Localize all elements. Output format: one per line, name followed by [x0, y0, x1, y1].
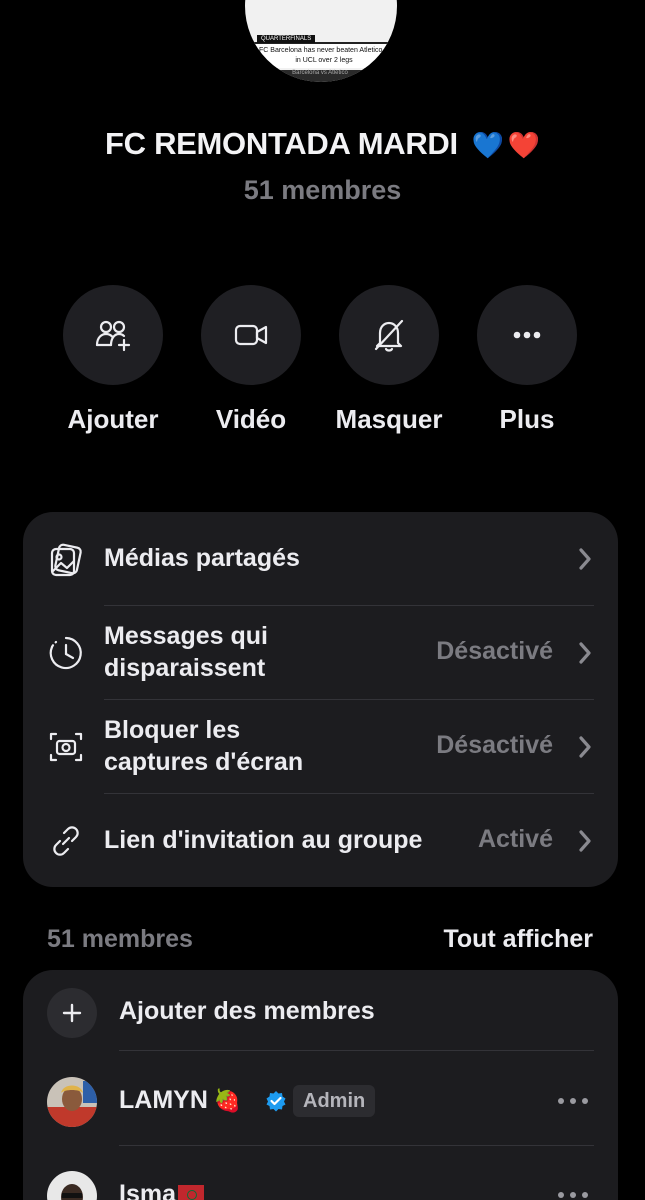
disappearing-label: Messages qui disparaissent	[104, 620, 268, 684]
group-title-text: FC REMONTADA MARDI	[105, 126, 458, 161]
add-member-circle[interactable]	[47, 988, 97, 1038]
chevron-right-icon	[576, 828, 594, 854]
ico-wrap-timer	[46, 633, 86, 673]
ico-wrap-media	[46, 539, 86, 579]
members-card: Ajouter des membres LAMYN 🍓 Admin Isma	[23, 970, 618, 1200]
action-video-label: Vidéo	[215, 404, 287, 434]
chevron-right-icon	[576, 734, 594, 760]
morocco-flag-icon	[177, 1185, 204, 1200]
chevron-right-icon	[576, 640, 594, 666]
screenshot-camera-icon	[49, 732, 83, 762]
action-add[interactable]: Ajouter	[43, 285, 183, 435]
plus-icon	[62, 1003, 82, 1023]
action-more-circle[interactable]	[477, 285, 577, 385]
bell-off-icon	[374, 319, 404, 352]
ico-wrap-screenshot	[46, 727, 86, 767]
avatar-news-banner: QUARTERFINALS FC Barcelona has never bea…	[249, 35, 397, 68]
media-gallery-icon	[50, 543, 82, 577]
member-name-text: Isma	[119, 1180, 176, 1200]
action-more[interactable]: Plus	[457, 285, 597, 435]
add-people-icon	[95, 320, 131, 352]
link-icon	[53, 826, 79, 856]
action-add-circle[interactable]	[63, 285, 163, 385]
group-avatar[interactable]: QUARTERFINALS FC Barcelona has never bea…	[245, 0, 397, 82]
action-mute-circle[interactable]	[339, 285, 439, 385]
member-avatar[interactable]	[47, 1171, 97, 1200]
block-screenshots-value: Désactivé	[436, 731, 553, 759]
title-hearts: 💙 ❤️	[472, 131, 540, 161]
settings-row-block-screenshots[interactable]: Bloquer les captures d'écran Désactivé	[23, 700, 618, 794]
settings-row-shared-media[interactable]: Médias partagés	[23, 512, 618, 606]
add-members-label: Ajouter des membres	[119, 997, 375, 1025]
avatar-banner-strip: Barcelona vs Atletico	[265, 70, 375, 82]
settings-row-disappearing[interactable]: Messages qui disparaissent Désactivé	[23, 606, 618, 700]
members-divider	[119, 1050, 594, 1051]
group-title: FC REMONTADA MARDI 💙 ❤️	[0, 126, 645, 162]
disappearing-label-line1: Messages qui	[104, 622, 268, 650]
shared-media-label: Médias partagés	[104, 544, 300, 572]
ico-wrap-link	[46, 821, 86, 861]
action-mute-label: Masquer	[335, 404, 443, 434]
invite-link-label: Lien d'invitation au groupe	[104, 826, 423, 854]
verified-badge-icon	[265, 1090, 287, 1112]
group-member-count: 51 membres	[243, 175, 402, 205]
member-name-text: LAMYN	[119, 1086, 208, 1114]
disappearing-value: Désactivé	[436, 637, 553, 665]
strawberry-emoji: 🍓	[213, 1089, 242, 1114]
blue-heart-emoji: 💙	[471, 131, 504, 161]
action-add-label: Ajouter	[67, 404, 159, 434]
red-heart-emoji: ❤️	[507, 131, 540, 161]
action-more-label: Plus	[499, 404, 555, 434]
add-members-row[interactable]: Ajouter des membres	[23, 984, 618, 1064]
action-mute[interactable]: Masquer	[319, 285, 459, 435]
member-options-icon[interactable]	[556, 1185, 590, 1200]
member-name: Isma	[119, 1180, 204, 1200]
invite-link-value: Activé	[477, 825, 553, 853]
block-screenshots-label-line1: Bloquer les	[104, 716, 241, 744]
block-screenshots-label: Bloquer les captures d'écran	[104, 714, 303, 778]
block-screenshots-label-line2: captures d'écran	[104, 748, 304, 776]
disappearing-label-line2: disparaissent	[104, 654, 266, 682]
avatar-banner-tag: QUARTERFINALS	[257, 35, 316, 43]
members-count-label: 51 membres	[47, 925, 193, 953]
members-divider	[119, 1145, 594, 1146]
video-camera-icon	[234, 324, 268, 346]
group-settings-card: Médias partagés Messages qui disparaisse…	[23, 512, 618, 887]
member-photo	[47, 1171, 97, 1200]
settings-row-invite-link[interactable]: Lien d'invitation au groupe Activé	[23, 794, 618, 887]
avatar-banner-line1: FC Barcelona has never beaten Atletico M…	[259, 47, 397, 54]
chevron-right-icon	[576, 546, 594, 572]
more-dots-icon	[513, 331, 541, 339]
timer-icon	[49, 636, 82, 670]
see-all-button[interactable]: Tout afficher	[443, 925, 593, 954]
action-video-circle[interactable]	[201, 285, 301, 385]
action-video[interactable]: Vidéo	[181, 285, 321, 435]
member-row[interactable]: Isma	[23, 1167, 618, 1200]
admin-badge: Admin	[293, 1085, 376, 1117]
quick-actions: Ajouter Vidéo Masquer Plus	[0, 285, 645, 445]
member-options-icon[interactable]	[556, 1091, 590, 1111]
members-header: 51 membres Tout afficher	[47, 925, 593, 959]
member-row[interactable]: LAMYN 🍓 Admin	[23, 1073, 618, 1153]
member-name: LAMYN 🍓	[119, 1086, 241, 1115]
member-photo	[47, 1077, 97, 1127]
avatar-banner-line2: in UCL over 2 legs	[295, 57, 353, 64]
member-avatar[interactable]	[47, 1077, 97, 1127]
